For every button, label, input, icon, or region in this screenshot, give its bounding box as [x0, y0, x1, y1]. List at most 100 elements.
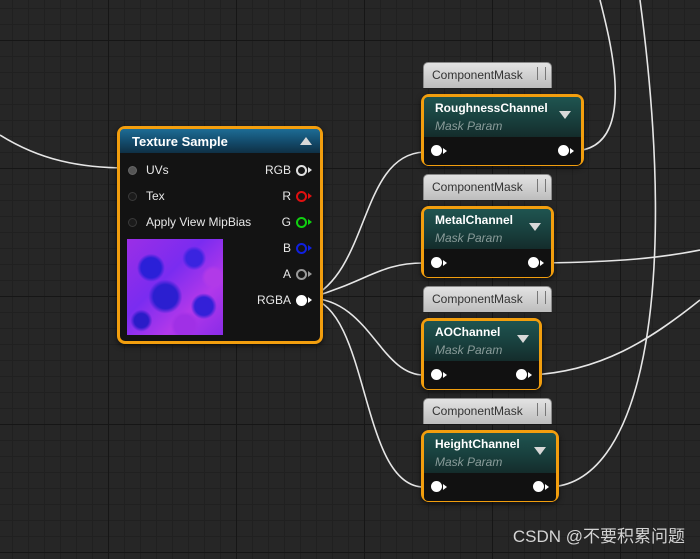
pin-icon	[537, 403, 546, 416]
pin-dot-icon[interactable]	[558, 145, 569, 156]
mask-output-pin[interactable]	[528, 257, 544, 268]
pin-icon	[537, 179, 546, 192]
pin-arrow-icon	[308, 219, 312, 225]
mask-node-body	[424, 249, 551, 277]
input-pin-label: Tex	[146, 189, 165, 203]
collapse-triangle-icon[interactable]	[300, 137, 312, 145]
dropdown-triangle-icon[interactable]	[559, 111, 571, 119]
component-mask-tag-label: ComponentMask	[432, 292, 523, 306]
mask-node-title: RoughnessChannel	[435, 101, 548, 115]
component-mask-tag[interactable]: ComponentMask	[423, 62, 552, 88]
input-pin-row-uvs[interactable]: UVs	[128, 163, 169, 177]
pin-icon	[537, 67, 546, 80]
output-pin-label: RGB	[264, 163, 291, 177]
pin-dot-icon[interactable]	[431, 481, 442, 492]
pin-arrow-icon	[545, 483, 549, 490]
input-pin-label: UVs	[146, 163, 169, 177]
output-pin-icon[interactable]	[296, 164, 307, 176]
texture-sample-node[interactable]: Texture Sample UVs Tex Apply View MipBia…	[117, 126, 323, 344]
mask-node-header[interactable]: MetalChannel Mask Param	[424, 209, 551, 249]
pin-arrow-icon	[308, 245, 312, 251]
wire-uvs-in	[0, 134, 129, 169]
mask-node-subtitle: Mask Param	[435, 343, 503, 357]
texture-preview-thumbnail	[127, 239, 223, 335]
component-mask-tag-label: ComponentMask	[432, 68, 523, 82]
output-pin-row-r[interactable]: R	[282, 189, 312, 203]
mask-node-title: MetalChannel	[435, 213, 514, 227]
output-pin-icon[interactable]	[296, 242, 307, 254]
mask-input-pin[interactable]	[431, 481, 447, 492]
input-pin-icon[interactable]	[128, 217, 137, 227]
output-pin-row-b[interactable]: B	[283, 241, 312, 255]
input-pin-icon[interactable]	[128, 165, 137, 175]
mask-output-pin[interactable]	[533, 481, 549, 492]
mask-node-body	[424, 137, 581, 165]
pin-arrow-icon	[443, 147, 447, 154]
mask-input-pin[interactable]	[431, 369, 447, 380]
pin-arrow-icon	[308, 297, 312, 303]
mask-node-height[interactable]: HeightChannel Mask Param	[421, 430, 559, 502]
pin-dot-icon[interactable]	[533, 481, 544, 492]
mask-node-subtitle: Mask Param	[435, 231, 503, 245]
output-pin-row-a[interactable]: A	[283, 267, 312, 281]
mask-node-metal[interactable]: MetalChannel Mask Param	[421, 206, 554, 278]
wire-ao-out	[529, 299, 700, 376]
mask-node-ao[interactable]: AOChannel Mask Param	[421, 318, 542, 390]
mask-node-header[interactable]: RoughnessChannel Mask Param	[424, 97, 581, 137]
component-mask-tag[interactable]: ComponentMask	[423, 398, 552, 424]
mask-node-roughness[interactable]: RoughnessChannel Mask Param	[421, 94, 584, 166]
connection-wires	[0, 0, 700, 488]
input-pin-row-tex[interactable]: Tex	[128, 189, 165, 203]
pin-dot-icon[interactable]	[431, 369, 442, 380]
output-pin-icon[interactable]	[296, 190, 307, 202]
dropdown-triangle-icon[interactable]	[534, 447, 546, 455]
output-pin-icon[interactable]	[296, 216, 307, 228]
output-pin-icon[interactable]	[296, 294, 307, 306]
dropdown-triangle-icon[interactable]	[517, 335, 529, 343]
wire-rgba-roughness	[309, 151, 425, 299]
mask-node-subtitle: Mask Param	[435, 455, 503, 469]
pin-dot-icon[interactable]	[516, 369, 527, 380]
component-mask-tag-label: ComponentMask	[432, 180, 523, 194]
input-pin-row-mipbias[interactable]: Apply View MipBias	[128, 215, 251, 229]
pin-dot-icon[interactable]	[528, 257, 539, 268]
wire-rgba-height	[309, 297, 425, 488]
dropdown-triangle-icon[interactable]	[529, 223, 541, 231]
pin-arrow-icon	[528, 371, 532, 378]
pin-dot-icon[interactable]	[431, 145, 442, 156]
component-mask-tag[interactable]: ComponentMask	[423, 174, 552, 200]
output-pin-icon[interactable]	[296, 268, 307, 280]
component-mask-tag[interactable]: ComponentMask	[423, 286, 552, 312]
pin-arrow-icon	[443, 371, 447, 378]
watermark-text: CSDN @不要积累问题	[512, 527, 685, 546]
mask-node-header[interactable]: HeightChannel Mask Param	[424, 433, 556, 473]
mask-node-body	[424, 473, 556, 501]
mask-input-pin[interactable]	[431, 145, 447, 156]
mask-output-pin[interactable]	[558, 145, 574, 156]
mask-output-pin[interactable]	[516, 369, 532, 380]
output-pin-label: G	[281, 215, 291, 229]
output-pin-row-rgb[interactable]: RGB	[265, 163, 312, 177]
mask-node-header[interactable]: AOChannel Mask Param	[424, 321, 539, 361]
wire-height-out	[546, 0, 657, 488]
output-pin-row-g[interactable]: G	[282, 215, 312, 229]
mask-node-subtitle: Mask Param	[435, 119, 503, 133]
wire-rgba-ao	[309, 297, 425, 376]
pin-arrow-icon	[308, 271, 312, 277]
wire-metal-out	[541, 249, 700, 264]
pin-arrow-icon	[443, 483, 447, 490]
pin-arrow-icon	[443, 259, 447, 266]
texture-sample-title: Texture Sample	[132, 133, 228, 149]
pin-arrow-icon	[540, 259, 544, 266]
output-pin-label: A	[282, 267, 291, 281]
mask-node-title: AOChannel	[435, 325, 501, 339]
mask-input-pin[interactable]	[431, 257, 447, 268]
mask-node-title: HeightChannel	[435, 437, 520, 451]
output-pin-row-rgba[interactable]: RGBA	[257, 293, 312, 307]
pin-dot-icon[interactable]	[431, 257, 442, 268]
component-mask-tag-label: ComponentMask	[432, 404, 523, 418]
texture-sample-header[interactable]: Texture Sample	[120, 129, 320, 153]
input-pin-icon[interactable]	[128, 191, 137, 201]
output-pin-label: RGBA	[256, 293, 291, 307]
output-pin-label: B	[282, 241, 291, 255]
